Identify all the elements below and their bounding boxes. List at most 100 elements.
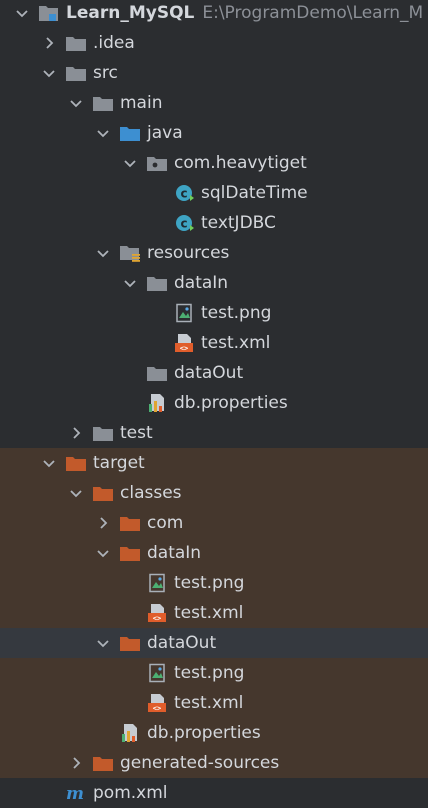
svg-text:m: m bbox=[66, 784, 84, 803]
tree-node-label: generated-sources bbox=[120, 753, 280, 773]
chevron-right-icon[interactable] bbox=[95, 515, 111, 531]
tree-node-label: test.png bbox=[201, 303, 272, 323]
chevron-down-icon[interactable] bbox=[95, 635, 111, 651]
xml-file-icon: <> bbox=[146, 603, 168, 623]
folder-icon bbox=[92, 423, 114, 443]
chevron-down-icon[interactable] bbox=[95, 245, 111, 261]
tree-node-label: test.xml bbox=[201, 333, 271, 353]
tree-node-generated-sources[interactable]: generated-sources bbox=[0, 748, 428, 778]
tree-node-idea[interactable]: .idea bbox=[0, 28, 428, 58]
svg-text:<>: <> bbox=[153, 614, 161, 622]
chevron-down-icon[interactable] bbox=[122, 155, 138, 171]
excluded-folder-icon bbox=[119, 633, 141, 653]
tree-node-label: dataIn bbox=[147, 543, 202, 563]
properties-file-icon bbox=[119, 723, 141, 743]
chevron-right-icon[interactable] bbox=[68, 425, 84, 441]
project-tree[interactable]: Learn_MySQL E:\ProgramDemo\Learn_M .idea sr… bbox=[0, 0, 428, 806]
chevron-down-icon[interactable] bbox=[95, 125, 111, 141]
xml-file-icon: <> bbox=[146, 693, 168, 713]
tree-node-label: test.xml bbox=[174, 693, 244, 713]
tree-node-label: java bbox=[147, 123, 183, 143]
chevron-down-icon[interactable] bbox=[68, 95, 84, 111]
tree-node-test-png[interactable]: test.png bbox=[0, 298, 428, 328]
tree-node-pom-xml[interactable]: m pom.xml bbox=[0, 778, 428, 808]
tree-node-dataout[interactable]: dataOut bbox=[0, 358, 428, 388]
tree-node-label: com bbox=[147, 513, 184, 533]
image-file-icon bbox=[173, 303, 195, 323]
svg-text:c: c bbox=[180, 187, 187, 201]
tree-node-label: dataIn bbox=[174, 273, 229, 293]
tree-node-db-properties[interactable]: db.properties bbox=[0, 388, 428, 418]
svg-text:<>: <> bbox=[180, 344, 188, 352]
tree-node-target-dataout[interactable]: dataOut bbox=[0, 628, 428, 658]
java-class-icon: c bbox=[173, 183, 195, 203]
tree-node-main[interactable]: main bbox=[0, 88, 428, 118]
tree-node-textjdbc[interactable]: c textJDBC bbox=[0, 208, 428, 238]
svg-text:c: c bbox=[180, 217, 187, 231]
chevron-right-icon[interactable] bbox=[41, 35, 57, 51]
chevron-down-icon[interactable] bbox=[41, 65, 57, 81]
xml-file-icon: <> bbox=[173, 333, 195, 353]
tree-node-resources[interactable]: resources bbox=[0, 238, 428, 268]
properties-file-icon bbox=[146, 393, 168, 413]
tree-node-package[interactable]: com.heavytiget bbox=[0, 148, 428, 178]
chevron-down-icon[interactable] bbox=[41, 455, 57, 471]
image-file-icon bbox=[146, 663, 168, 683]
tree-node-sqldatetime[interactable]: c sqlDateTime bbox=[0, 178, 428, 208]
tree-node-label: textJDBC bbox=[201, 213, 276, 233]
tree-node-label: sqlDateTime bbox=[201, 183, 308, 203]
package-icon bbox=[146, 153, 168, 173]
chevron-down-icon[interactable] bbox=[95, 545, 111, 561]
svg-text:<>: <> bbox=[153, 704, 161, 712]
tree-node-label: Learn_MySQL bbox=[66, 3, 195, 23]
folder-icon bbox=[65, 63, 87, 83]
tree-node-com[interactable]: com bbox=[0, 508, 428, 538]
tree-node-label: test.png bbox=[174, 573, 245, 593]
tree-node-label: test.png bbox=[174, 663, 245, 683]
chevron-down-icon[interactable] bbox=[14, 5, 30, 21]
tree-node-target[interactable]: target bbox=[0, 448, 428, 478]
excluded-folder-icon bbox=[92, 753, 114, 773]
excluded-folder-icon bbox=[92, 483, 114, 503]
excluded-folder-icon bbox=[119, 513, 141, 533]
tree-node-label: .idea bbox=[93, 33, 135, 53]
module-folder-icon bbox=[38, 3, 60, 23]
source-folder-icon bbox=[119, 123, 141, 143]
tree-node-classes[interactable]: classes bbox=[0, 478, 428, 508]
java-class-icon: c bbox=[173, 213, 195, 233]
maven-file-icon: m bbox=[65, 783, 87, 804]
chevron-right-icon[interactable] bbox=[68, 755, 84, 771]
tree-node-datain[interactable]: dataIn bbox=[0, 268, 428, 298]
tree-node-label: test.xml bbox=[174, 603, 244, 623]
tree-node-learn-mysql[interactable]: Learn_MySQL E:\ProgramDemo\Learn_M bbox=[0, 0, 428, 28]
tree-node-label: dataOut bbox=[147, 633, 217, 653]
tree-node-label: src bbox=[93, 63, 118, 83]
chevron-down-icon[interactable] bbox=[68, 485, 84, 501]
tree-node-label: db.properties bbox=[147, 723, 261, 743]
project-path: E:\ProgramDemo\Learn_M bbox=[202, 3, 424, 23]
tree-node-target-dataout-test-xml[interactable]: <> test.xml bbox=[0, 688, 428, 718]
tree-node-label: test bbox=[120, 423, 153, 443]
tree-node-target-db-properties[interactable]: db.properties bbox=[0, 718, 428, 748]
folder-icon bbox=[65, 33, 87, 53]
tree-node-label: main bbox=[120, 93, 163, 113]
excluded-folder-icon bbox=[65, 453, 87, 473]
image-file-icon bbox=[146, 573, 168, 593]
tree-node-target-test-png[interactable]: test.png bbox=[0, 568, 428, 598]
excluded-folder-icon bbox=[119, 543, 141, 563]
tree-node-target-dataout-test-png[interactable]: test.png bbox=[0, 658, 428, 688]
tree-node-src[interactable]: src bbox=[0, 58, 428, 88]
tree-node-label: db.properties bbox=[174, 393, 288, 413]
resources-folder-icon bbox=[119, 243, 141, 263]
tree-node-test-xml[interactable]: <> test.xml bbox=[0, 328, 428, 358]
tree-node-target-datain[interactable]: dataIn bbox=[0, 538, 428, 568]
tree-node-java[interactable]: java bbox=[0, 118, 428, 148]
tree-node-label: com.heavytiget bbox=[174, 153, 307, 173]
folder-icon bbox=[146, 273, 168, 293]
folder-icon bbox=[92, 93, 114, 113]
folder-icon bbox=[146, 363, 168, 383]
tree-node-label: resources bbox=[147, 243, 230, 263]
chevron-down-icon[interactable] bbox=[122, 275, 138, 291]
tree-node-target-test-xml[interactable]: <> test.xml bbox=[0, 598, 428, 628]
tree-node-test[interactable]: test bbox=[0, 418, 428, 448]
